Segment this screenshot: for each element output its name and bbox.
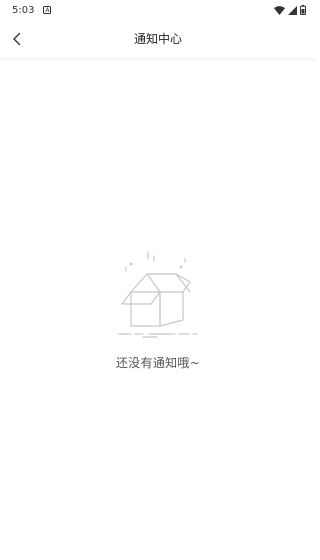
status-right [274,5,306,15]
page-title: 通知中心 [133,32,182,46]
cellular-signal-icon [288,5,297,15]
a-badge-icon: A [43,6,52,14]
nav-bar: 通知中心 [0,24,316,54]
empty-message: 还没有通知哦~ [115,356,201,370]
nav-divider [0,58,316,62]
status-time: 5:03 [12,4,35,16]
battery-icon [300,5,306,15]
status-left: 5:03 A [12,4,52,16]
status-bar: 5:03 A [0,0,316,20]
wifi-icon [274,5,285,15]
empty-state: 还没有通知哦~ [0,248,316,371]
empty-box-icon [118,251,198,338]
